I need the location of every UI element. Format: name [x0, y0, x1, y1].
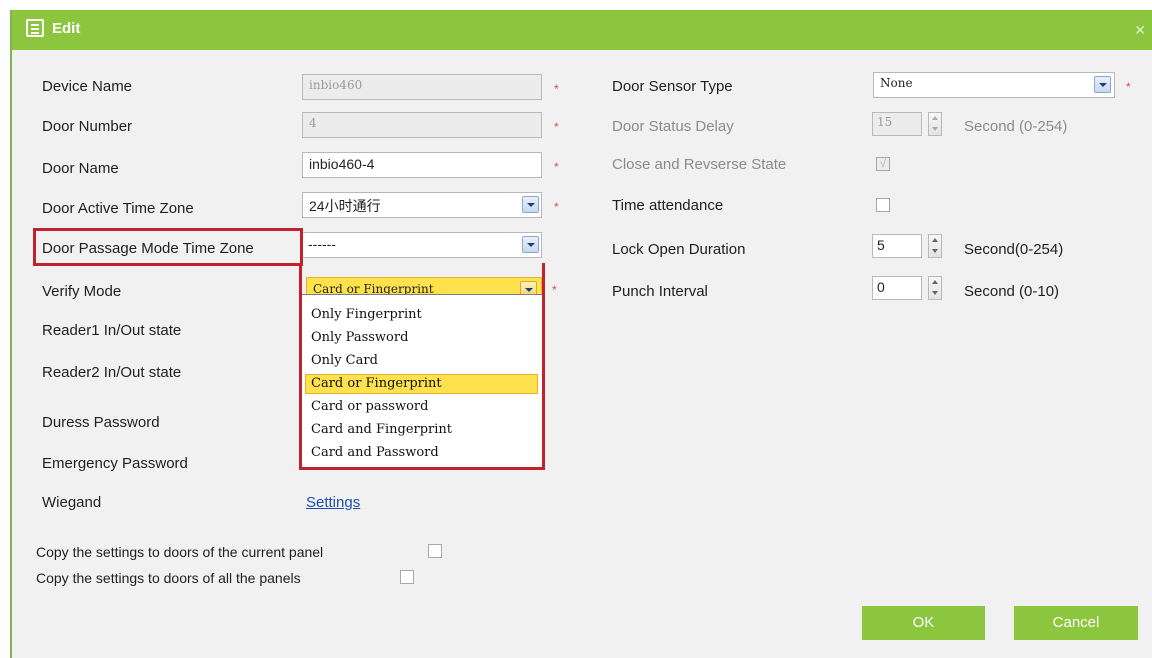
- edit-form-icon: [26, 19, 44, 37]
- edit-dialog: Edit ✕: [10, 10, 1152, 658]
- required-mark: *: [554, 200, 559, 214]
- door-passage-tz-select[interactable]: ------: [302, 232, 542, 258]
- close-reverse-checkbox: √: [876, 157, 890, 171]
- lock-open-duration-input[interactable]: 5: [872, 234, 922, 258]
- annotation-highlight-dropdown: [299, 263, 545, 470]
- copy-all-panels-checkbox[interactable]: [400, 570, 414, 584]
- wiegand-label: Wiegand: [42, 494, 102, 511]
- ok-button[interactable]: OK: [862, 606, 985, 640]
- reader2-state-label: Reader2 In/Out state: [42, 364, 182, 381]
- title-bar[interactable]: Edit ✕: [12, 10, 1152, 50]
- punch-interval-unit: Second (0-10): [964, 283, 1060, 300]
- punch-interval-input[interactable]: 0: [872, 276, 922, 300]
- dialog-title: Edit: [52, 20, 81, 37]
- door-name-label: Door Name: [42, 160, 119, 177]
- chevron-down-icon[interactable]: [522, 196, 539, 213]
- wiegand-settings-link[interactable]: Settings: [306, 494, 360, 511]
- copy-current-panel-label: Copy the settings to doors of the curren…: [36, 544, 324, 560]
- door-sensor-type-label: Door Sensor Type: [612, 78, 733, 95]
- spinner-icon[interactable]: [928, 234, 942, 258]
- device-name-label: Device Name: [42, 78, 133, 95]
- door-sensor-type-select[interactable]: None: [873, 72, 1115, 98]
- time-attendance-label: Time attendance: [612, 197, 724, 214]
- spinner-icon[interactable]: [928, 276, 942, 300]
- door-number-field: 4: [302, 112, 542, 138]
- reader1-state-label: Reader1 In/Out state: [42, 322, 182, 339]
- required-mark: *: [1126, 80, 1131, 94]
- door-name-input[interactable]: inbio460-4: [302, 152, 542, 178]
- lock-open-duration-unit: Second(0-254): [964, 241, 1064, 258]
- verify-mode-label: Verify Mode: [42, 283, 122, 300]
- time-attendance-checkbox[interactable]: [876, 198, 890, 212]
- close-reverse-label: Close and Revserse State: [612, 156, 787, 173]
- required-mark: *: [554, 160, 559, 174]
- close-icon[interactable]: ✕: [1134, 22, 1146, 39]
- cancel-button[interactable]: Cancel: [1014, 606, 1138, 640]
- required-mark: *: [554, 120, 559, 134]
- door-number-label: Door Number: [42, 118, 133, 135]
- door-status-delay-label: Door Status Delay: [612, 118, 734, 135]
- copy-current-panel-checkbox[interactable]: [428, 544, 442, 558]
- door-active-tz-select[interactable]: 24小时通行: [302, 192, 542, 218]
- punch-interval-label: Punch Interval: [612, 283, 708, 300]
- emergency-password-label: Emergency Password: [42, 455, 188, 472]
- required-mark: *: [554, 82, 559, 96]
- door-status-delay-field: 15: [872, 112, 922, 136]
- chevron-down-icon[interactable]: [1094, 76, 1111, 93]
- annotation-highlight-passage-label: [33, 228, 303, 266]
- device-name-field: inbio460: [302, 74, 542, 100]
- door-status-delay-unit: Second (0-254): [964, 118, 1068, 135]
- copy-all-panels-label: Copy the settings to doors of all the pa…: [36, 570, 301, 586]
- required-mark: *: [552, 283, 557, 297]
- lock-open-duration-label: Lock Open Duration: [612, 241, 746, 258]
- spinner-icon: [928, 112, 942, 136]
- duress-password-label: Duress Password: [42, 414, 160, 431]
- chevron-down-icon[interactable]: [522, 236, 539, 253]
- door-active-tz-label: Door Active Time Zone: [42, 200, 194, 217]
